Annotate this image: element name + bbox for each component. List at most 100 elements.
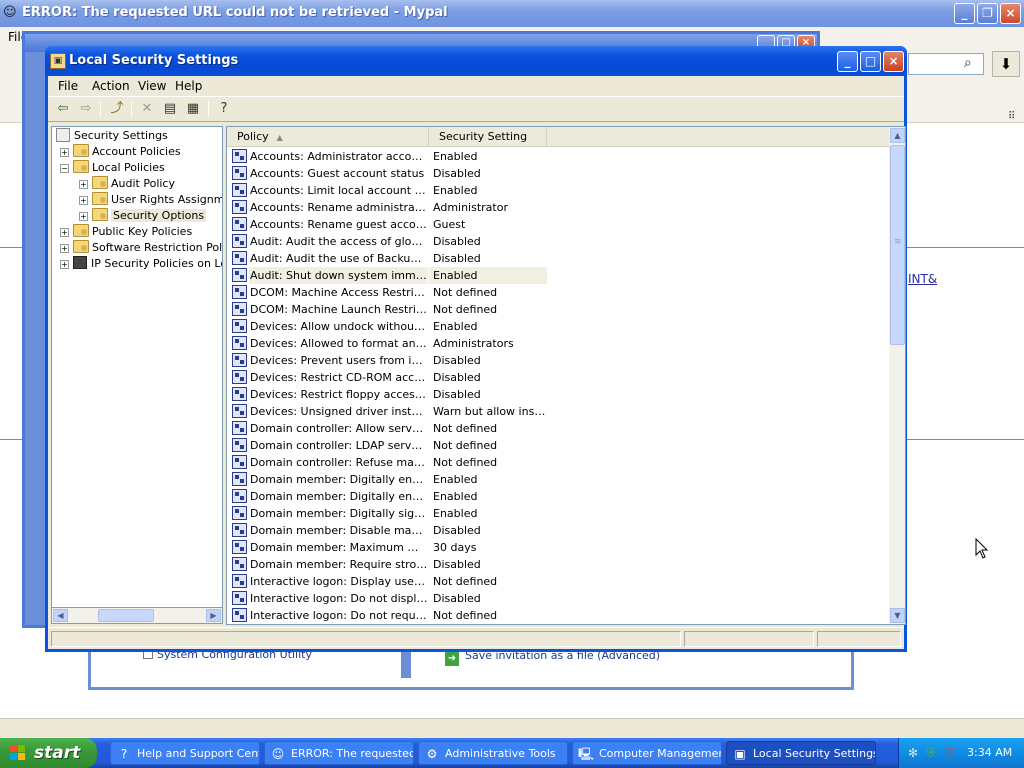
table-row[interactable]: Accounts: Guest account status Disabled — [227, 165, 889, 182]
grid-icon[interactable]: ⠿ — [1008, 111, 1015, 122]
browser-link[interactable]: INT& — [908, 272, 937, 286]
table-row[interactable]: Domain member: Require strong (Windows 2… — [227, 556, 889, 573]
column-header-security-setting[interactable]: Security Setting — [429, 127, 547, 147]
export-list-button[interactable]: ▦ — [184, 100, 202, 118]
browser-search-input[interactable] — [908, 53, 984, 75]
properties-button[interactable]: ▤ — [161, 100, 179, 118]
lss-titlebar[interactable]: ▣ Local Security Settings _ □ × — [45, 46, 907, 76]
tree-item-public-key[interactable]: + Public Key Policies — [60, 224, 192, 240]
search-icon[interactable]: ⌕ — [964, 55, 972, 71]
browser-close-button[interactable]: × — [1000, 3, 1021, 24]
menu-action[interactable]: Action — [92, 79, 130, 93]
tree-item-software-restriction[interactable]: + Software Restriction Policies — [60, 240, 223, 256]
policy-icon — [232, 200, 247, 214]
menu-file[interactable]: File — [58, 79, 78, 93]
taskbar-button-help-support[interactable]: ? Help and Support Center — [110, 741, 260, 765]
scroll-right-button[interactable]: ▶ — [206, 609, 221, 622]
tree-item-local-policies[interactable]: − Local Policies — [60, 160, 165, 176]
table-row[interactable]: Devices: Allowed to format and eject rem… — [227, 335, 889, 352]
browser-title: ERROR: The requested URL could not be re… — [22, 5, 448, 20]
table-row[interactable]: Accounts: Rename guest account Guest — [227, 216, 889, 233]
help-icon: ? — [220, 101, 228, 116]
clock[interactable]: 3:34 AM — [967, 746, 1012, 759]
expand-icon[interactable]: + — [60, 148, 69, 157]
scroll-up-button[interactable]: ▲ — [890, 128, 905, 143]
table-row[interactable]: Audit: Shut down system immediately if u… — [227, 267, 889, 284]
table-row[interactable]: Domain member: Disable machine account p… — [227, 522, 889, 539]
start-button[interactable]: start — [0, 738, 97, 768]
table-row[interactable]: Accounts: Limit local account use of bla… — [227, 182, 889, 199]
taskbar-button-computer-management[interactable]: 🖳 Computer Management — [572, 741, 722, 765]
table-row[interactable]: Devices: Allow undock without having to … — [227, 318, 889, 335]
help-button[interactable]: ? — [215, 100, 233, 118]
table-row[interactable]: Domain member: Maximum machine account p… — [227, 539, 889, 556]
table-row[interactable]: Domain member: Digitally encrypt or sign… — [227, 471, 889, 488]
table-row[interactable]: Devices: Restrict floppy access to local… — [227, 386, 889, 403]
security-alert-icon[interactable]: ⛉ — [941, 745, 957, 761]
expand-icon[interactable]: + — [79, 180, 88, 189]
console-tree[interactable]: Security Settings + Account Policies − Loc… — [51, 126, 223, 623]
tree-item-security-options[interactable]: + Security Options — [79, 208, 207, 224]
close-button[interactable]: × — [883, 51, 904, 72]
taskbar-button-mypal[interactable]: ☺ ERROR: The requested URL could not be r… — [264, 741, 414, 765]
tree-label: Software Restriction Policies — [92, 241, 223, 254]
tree-item-account-policies[interactable]: + Account Policies — [60, 144, 181, 160]
table-row[interactable]: Audit: Audit the use of Backup and Resto… — [227, 250, 889, 267]
browser-restore-button[interactable]: ❐ — [977, 3, 998, 24]
delete-button[interactable]: ✕ — [138, 100, 156, 118]
table-row[interactable]: Audit: Audit the access of global system… — [227, 233, 889, 250]
tree-item-ip-security[interactable]: + IP Security Policies on Local Computer — [60, 256, 222, 272]
table-row[interactable]: Devices: Prevent users from installing p… — [227, 352, 889, 369]
up-one-level-button[interactable]: ⤴ — [108, 100, 126, 118]
taskbar-button-local-security-settings[interactable]: ▣ Local Security Settings — [726, 741, 876, 765]
security-setting-cell: Enabled — [433, 490, 478, 503]
table-row[interactable]: Domain controller: LDAP server signing r… — [227, 437, 889, 454]
network-icon[interactable]: ✻ — [905, 745, 921, 761]
table-row[interactable]: Accounts: Rename administrator account Ad… — [227, 199, 889, 216]
column-header-policy[interactable]: Policy ▲ — [227, 127, 429, 147]
tree-item-security-settings[interactable]: Security Settings — [56, 128, 168, 144]
expand-icon[interactable]: + — [79, 196, 88, 205]
scroll-down-button[interactable]: ▼ — [890, 608, 905, 623]
expand-icon[interactable]: + — [60, 228, 69, 237]
policy-icon — [232, 285, 247, 299]
maximize-button[interactable]: □ — [860, 51, 881, 72]
taskbar-label: ERROR: The requested URL could not be re… — [291, 747, 414, 760]
menu-view[interactable]: View — [138, 79, 166, 93]
scroll-thumb[interactable] — [890, 145, 905, 345]
table-row[interactable]: DCOM: Machine Access Restrictions Not def… — [227, 284, 889, 301]
tree-horizontal-scrollbar[interactable]: ◀ ▶ — [51, 607, 223, 624]
forward-button[interactable]: ⇨ — [77, 100, 95, 118]
minimize-button[interactable]: _ — [837, 51, 858, 72]
policy-name-cell: Domain member: Digitally encrypt secure … — [250, 490, 428, 503]
download-button[interactable]: ⬇ — [992, 51, 1020, 77]
table-row[interactable]: Interactive logon: Do not require CTRL+A… — [227, 607, 889, 624]
expand-icon[interactable]: + — [60, 260, 69, 269]
policy-list[interactable]: Policy ▲ Security Setting Accounts: Admin… — [226, 126, 906, 625]
browser-minimize-button[interactable]: _ — [954, 3, 975, 24]
expand-icon[interactable]: + — [79, 212, 88, 221]
shield-icon[interactable]: ⛨ — [923, 745, 939, 761]
tree-item-user-rights[interactable]: + User Rights Assignment — [79, 192, 222, 208]
table-row[interactable]: Domain member: Digitally encrypt secure … — [227, 488, 889, 505]
menu-help[interactable]: Help — [175, 79, 202, 93]
browser-titlebar[interactable]: ☺ ERROR: The requested URL could not be … — [0, 0, 1024, 27]
taskbar-button-admin-tools[interactable]: ⚙ Administrative Tools — [418, 741, 568, 765]
table-row[interactable]: Domain member: Digitally sign secure cha… — [227, 505, 889, 522]
scroll-left-button[interactable]: ◀ — [53, 609, 68, 622]
table-row[interactable]: Domain controller: Allow server operator… — [227, 420, 889, 437]
table-row[interactable]: Domain controller: Refuse machine accoun… — [227, 454, 889, 471]
expand-icon[interactable]: + — [60, 244, 69, 253]
table-row[interactable]: Accounts: Administrator account status En… — [227, 148, 889, 165]
table-row[interactable]: Devices: Restrict CD-ROM access to local… — [227, 369, 889, 386]
table-row[interactable]: Devices: Unsigned driver installation be… — [227, 403, 889, 420]
collapse-icon[interactable]: − — [60, 164, 69, 173]
table-row[interactable]: Interactive logon: Display user informat… — [227, 573, 889, 590]
table-row[interactable]: DCOM: Machine Launch Restrictions Not def… — [227, 301, 889, 318]
statusbar — [48, 627, 904, 649]
list-vertical-scrollbar[interactable]: ▲ ▼ — [889, 127, 905, 624]
tree-item-audit-policy[interactable]: + Audit Policy — [79, 176, 175, 192]
back-button[interactable]: ⇦ — [54, 100, 72, 118]
scroll-thumb[interactable] — [98, 609, 154, 622]
table-row[interactable]: Interactive logon: Do not display last u… — [227, 590, 889, 607]
